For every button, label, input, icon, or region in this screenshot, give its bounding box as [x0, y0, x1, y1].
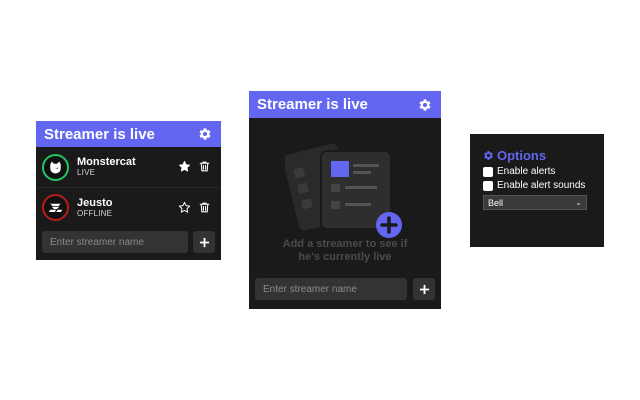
empty-state-popup: Streamer is live Add a streamer to see i…	[249, 91, 441, 309]
popup-title: Streamer is live	[44, 125, 155, 143]
streamer-name-input[interactable]	[255, 278, 407, 300]
streamer-status: OFFLINE	[77, 208, 113, 218]
avatar	[42, 194, 69, 221]
alert-sound-value: Bell	[488, 197, 504, 208]
monstercat-logo	[50, 161, 61, 173]
streamer-name-input[interactable]	[42, 231, 188, 253]
streamer-list-popup: Streamer is live Monstercat LIVE Jeusto …	[36, 121, 221, 260]
empty-state-line: he's currently live	[298, 251, 392, 264]
enable-alert-sounds-option[interactable]: Enable alert sounds	[483, 180, 604, 191]
trash-icon[interactable]	[198, 160, 211, 173]
plus-icon	[199, 237, 209, 247]
options-title: Options	[497, 148, 547, 163]
enable-alerts-label: Enable alerts	[497, 166, 556, 177]
gear-icon	[484, 151, 493, 160]
popup-header: Streamer is live	[36, 121, 221, 147]
options-heading: Options	[483, 148, 604, 163]
add-streamer-button[interactable]	[413, 278, 435, 300]
streamer-name: Monstercat	[77, 156, 136, 169]
jeusto-logo	[48, 203, 63, 212]
empty-state-line: Add a streamer to see if	[282, 238, 408, 250]
popup-title: Streamer is live	[257, 96, 368, 113]
trash-icon[interactable]	[198, 201, 211, 214]
star-icon[interactable]	[178, 160, 191, 173]
options-page: Options Enable alerts Enable alert sound…	[470, 134, 604, 247]
enable-alerts-option[interactable]: Enable alerts	[483, 166, 604, 177]
plus-icon	[419, 284, 429, 294]
alert-sound-select[interactable]: Bell ⌄	[483, 195, 587, 210]
streamer-row[interactable]: Jeusto OFFLINE	[36, 187, 221, 227]
streamer-status: LIVE	[77, 168, 96, 178]
enable-alert-sounds-checkbox[interactable]	[483, 180, 493, 191]
gear-icon[interactable]	[418, 98, 432, 112]
chevron-down-icon: ⌄	[575, 198, 582, 207]
enable-alert-sounds-label: Enable alert sounds	[497, 180, 586, 191]
streamer-list-illustration	[285, 143, 402, 238]
add-streamer-button[interactable]	[193, 231, 215, 253]
empty-state-message: Add a streamer to see if he's currently …	[249, 238, 441, 264]
gear-icon[interactable]	[198, 127, 212, 141]
streamer-row[interactable]: Monstercat LIVE	[36, 147, 221, 187]
avatar	[42, 153, 69, 181]
streamer-name: Jeusto	[77, 196, 113, 209]
star-icon[interactable]	[178, 201, 191, 214]
enable-alerts-checkbox[interactable]	[483, 166, 493, 177]
popup-header: Streamer is live	[249, 91, 441, 118]
